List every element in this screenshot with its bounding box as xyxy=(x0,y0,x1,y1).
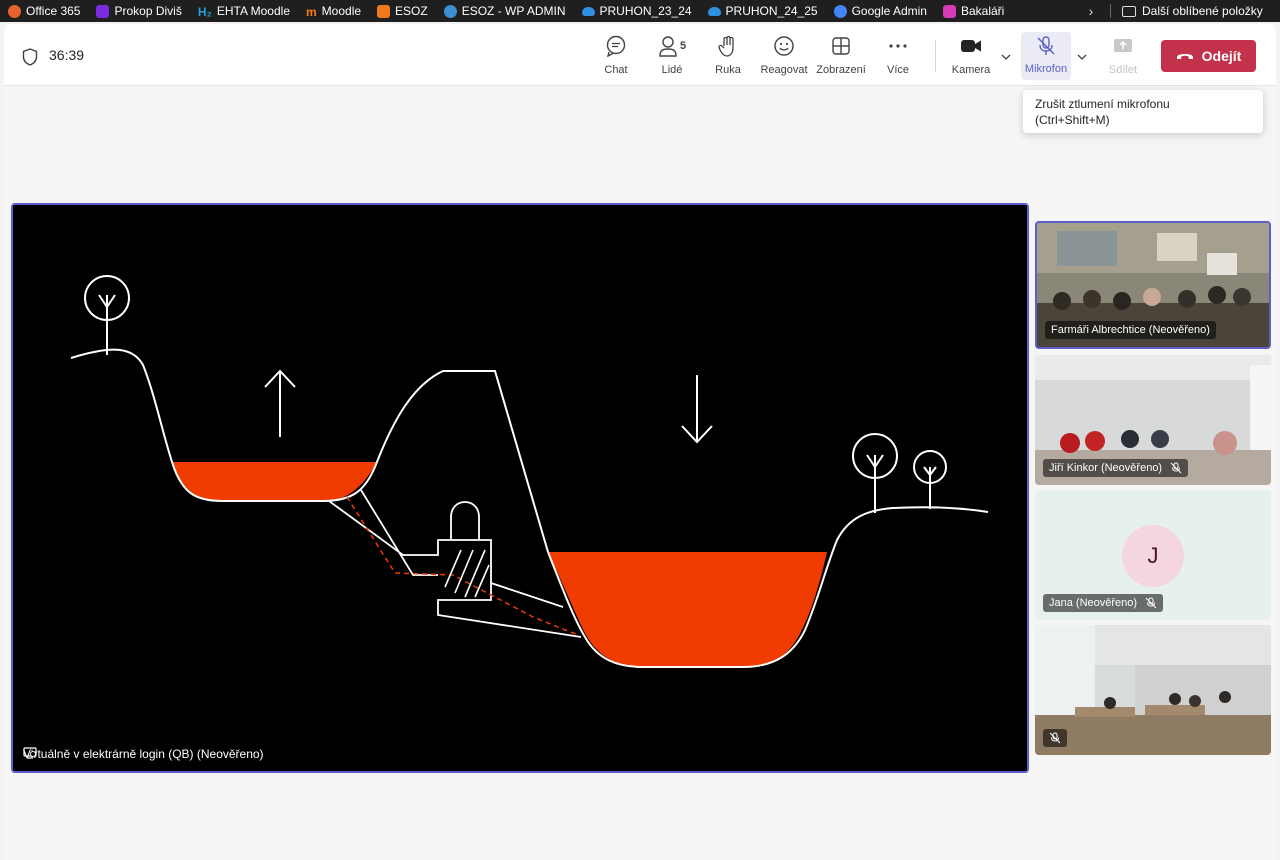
participant-name: Jana (Neověřeno) xyxy=(1043,594,1164,612)
bookmarks-divider xyxy=(1110,4,1111,18)
shield-icon xyxy=(22,48,38,66)
mic-off-icon xyxy=(1145,597,1157,609)
camera-options-chevron-icon[interactable] xyxy=(999,50,1013,64)
chat-button[interactable]: Chat xyxy=(588,34,644,80)
mic-options-chevron-icon[interactable] xyxy=(1075,50,1089,64)
esoz-icon xyxy=(377,4,391,18)
leave-button[interactable]: Odejít xyxy=(1161,40,1256,72)
share-button[interactable]: Sdílet xyxy=(1095,34,1151,80)
terrain-line xyxy=(70,348,549,553)
mic-off-icon xyxy=(1035,34,1057,58)
onedrive-icon xyxy=(581,6,595,16)
office-icon xyxy=(8,4,21,18)
bookmark-pruhon-23[interactable]: PRUHON_23_24 xyxy=(574,0,700,22)
bookmark-esoz[interactable]: ESOZ xyxy=(369,0,436,22)
screen-share-icon xyxy=(23,747,37,759)
bakalari-icon xyxy=(942,4,956,18)
participant-name: Jiří Kinkor (Neověřeno) xyxy=(1043,459,1189,477)
participant-tile[interactable]: Jiří Kinkor (Neověřeno) xyxy=(1035,355,1271,485)
h2-icon: H₂ xyxy=(197,4,212,19)
bookmark-pruhon-24[interactable]: PRUHON_24_25 xyxy=(700,0,826,22)
toolbar-divider xyxy=(935,40,936,72)
raise-hand-button[interactable]: Ruka xyxy=(700,34,756,80)
penstock-pipe xyxy=(490,582,564,608)
arrow-up-icon xyxy=(264,369,296,437)
participant-tile[interactable] xyxy=(1035,625,1271,755)
flow-dashed-line xyxy=(346,496,579,636)
react-button[interactable]: Reagovat xyxy=(756,34,812,80)
more-bookmarks-chevron-icon[interactable]: › xyxy=(1078,0,1104,22)
chat-icon xyxy=(605,34,627,58)
mic-tooltip: Zrušit ztlumení mikrofonu (Ctrl+Shift+M) xyxy=(1023,90,1263,133)
people-icon xyxy=(659,36,677,57)
camera-button[interactable]: Kamera xyxy=(943,34,999,80)
hang-up-icon xyxy=(1176,54,1193,59)
bookmark-bakalari[interactable]: Bakaláři xyxy=(935,0,1012,22)
bookmark-esoz-wp[interactable]: ESOZ - WP ADMIN xyxy=(436,0,574,22)
microphone-button[interactable]: Mikrofon xyxy=(1021,32,1071,80)
bookmark-office365[interactable]: Office 365 xyxy=(0,0,88,22)
wordpress-icon xyxy=(443,4,457,18)
folder-icon xyxy=(1122,5,1136,17)
participant-name: Farmáři Albrechtice (Neověřeno) xyxy=(1045,321,1216,339)
bookmark-prokop-divis[interactable]: Prokop Diviš xyxy=(88,0,189,22)
upper-reservoir-water xyxy=(171,462,377,501)
shared-screen-stage[interactable]: Virtuálně v elektrárně login (QB) (Neově… xyxy=(11,203,1029,773)
tree-icon xyxy=(84,275,130,355)
participant-name xyxy=(1043,729,1067,747)
tree-icon xyxy=(913,450,947,509)
smiley-icon xyxy=(773,34,795,58)
mic-off-icon xyxy=(1049,732,1061,744)
bookmark-moodle[interactable]: m Moodle xyxy=(298,0,369,22)
bookmark-ehta-moodle[interactable]: H₂ EHTA Moodle xyxy=(190,0,298,22)
share-icon xyxy=(1112,34,1134,58)
tree-icon xyxy=(852,433,898,513)
more-button[interactable]: Více xyxy=(870,34,926,80)
people-count: 5 xyxy=(679,40,687,52)
other-bookmarks-button[interactable]: Další oblíbené položky xyxy=(1122,0,1263,22)
avatar: J xyxy=(1122,525,1184,587)
hand-icon xyxy=(717,34,739,58)
arrow-down-icon xyxy=(681,375,713,444)
stage-presenter-label: Virtuálně v elektrárně login (QB) (Neově… xyxy=(23,747,264,761)
participant-tile[interactable]: Farmáři Albrechtice (Neověřeno) xyxy=(1035,221,1271,349)
grid-icon xyxy=(830,34,852,58)
camera-icon xyxy=(959,34,983,58)
pumped-storage-diagram xyxy=(70,275,989,668)
people-button[interactable]: 5 Lidé xyxy=(644,34,700,80)
lower-reservoir-water xyxy=(548,552,827,667)
prokop-icon xyxy=(96,4,110,18)
participant-tile[interactable]: J Jana (Neověřeno) xyxy=(1035,490,1271,620)
turbine-dome xyxy=(450,501,480,540)
bookmark-google-admin[interactable]: Google Admin xyxy=(826,0,935,22)
more-dots-icon xyxy=(887,34,909,58)
meeting-timer: 36:39 xyxy=(49,47,85,63)
google-admin-icon xyxy=(833,4,847,18)
participant-video xyxy=(1035,625,1271,755)
view-button[interactable]: Zobrazení xyxy=(813,34,869,80)
mic-off-icon xyxy=(1170,462,1182,474)
onedrive-icon xyxy=(707,6,721,16)
moodle-icon: m xyxy=(306,4,317,19)
penstock-pipe xyxy=(328,500,582,638)
